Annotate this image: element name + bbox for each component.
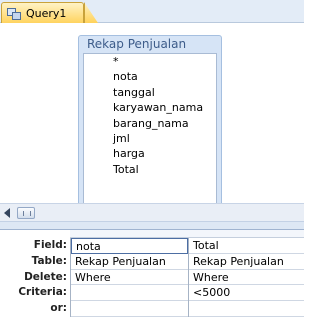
field-list-item[interactable]: harga (84, 146, 216, 161)
row-label-table: Table: (31, 254, 67, 267)
column-selector-bar[interactable] (70, 230, 304, 238)
query-design-grid: Field: Table: Delete: Criteria: or: nota… (0, 230, 304, 317)
row-label-or: or: (50, 302, 67, 315)
row-label-criteria: Criteria: (18, 286, 67, 299)
or-cell[interactable] (71, 301, 188, 317)
delete-cell[interactable]: Where (189, 270, 304, 286)
field-list-item[interactable]: Total (84, 162, 216, 177)
tab-corner (84, 2, 98, 23)
field-cell[interactable]: Total (189, 238, 304, 254)
field-list-item[interactable]: * (84, 54, 216, 69)
horizontal-scrollbar[interactable] (0, 203, 304, 221)
field-list-title[interactable]: Rekap Penjualan (79, 36, 221, 53)
scroll-left-arrow-icon[interactable] (4, 208, 10, 218)
field-list-window[interactable]: Rekap Penjualan * nota tanggal karyawan_… (78, 35, 222, 210)
field-list-item[interactable]: tanggal (84, 85, 216, 100)
table-pane[interactable]: Rekap Penjualan * nota tanggal karyawan_… (0, 23, 304, 210)
grid-column-1: nota Rekap Penjualan Where (70, 238, 188, 317)
table-cell[interactable]: Rekap Penjualan (71, 254, 188, 270)
field-list-item[interactable]: nota (84, 69, 216, 84)
grid-columns: nota Rekap Penjualan Where Total Rekap P… (70, 238, 304, 317)
scroll-thumb[interactable] (17, 207, 35, 219)
document-tab-strip: Query1 (0, 0, 304, 24)
or-cell[interactable] (189, 301, 304, 317)
field-cell[interactable]: nota (71, 238, 188, 254)
tab-query1[interactable]: Query1 (1, 2, 84, 24)
row-label-field: Field: (33, 239, 67, 251)
field-list-item[interactable]: barang_nama (84, 116, 216, 131)
field-list-item[interactable]: karyawan_nama (84, 100, 216, 115)
criteria-cell[interactable] (71, 285, 188, 302)
delete-cell[interactable]: Where (71, 270, 188, 286)
query-design-icon (7, 7, 21, 20)
field-list-item[interactable]: jml (84, 131, 216, 146)
field-list[interactable]: * nota tanggal karyawan_nama barang_nama… (83, 53, 217, 208)
row-label-delete: Delete: (24, 270, 67, 283)
row-labels: Field: Table: Delete: Criteria: or: (0, 238, 70, 317)
table-cell[interactable]: Rekap Penjualan (189, 254, 304, 270)
criteria-cell[interactable]: <5000 (189, 285, 304, 302)
pane-splitter[interactable] (0, 221, 304, 230)
tab-label: Query1 (26, 7, 67, 20)
grid-column-2: Total Rekap Penjualan Where <5000 (188, 238, 304, 317)
